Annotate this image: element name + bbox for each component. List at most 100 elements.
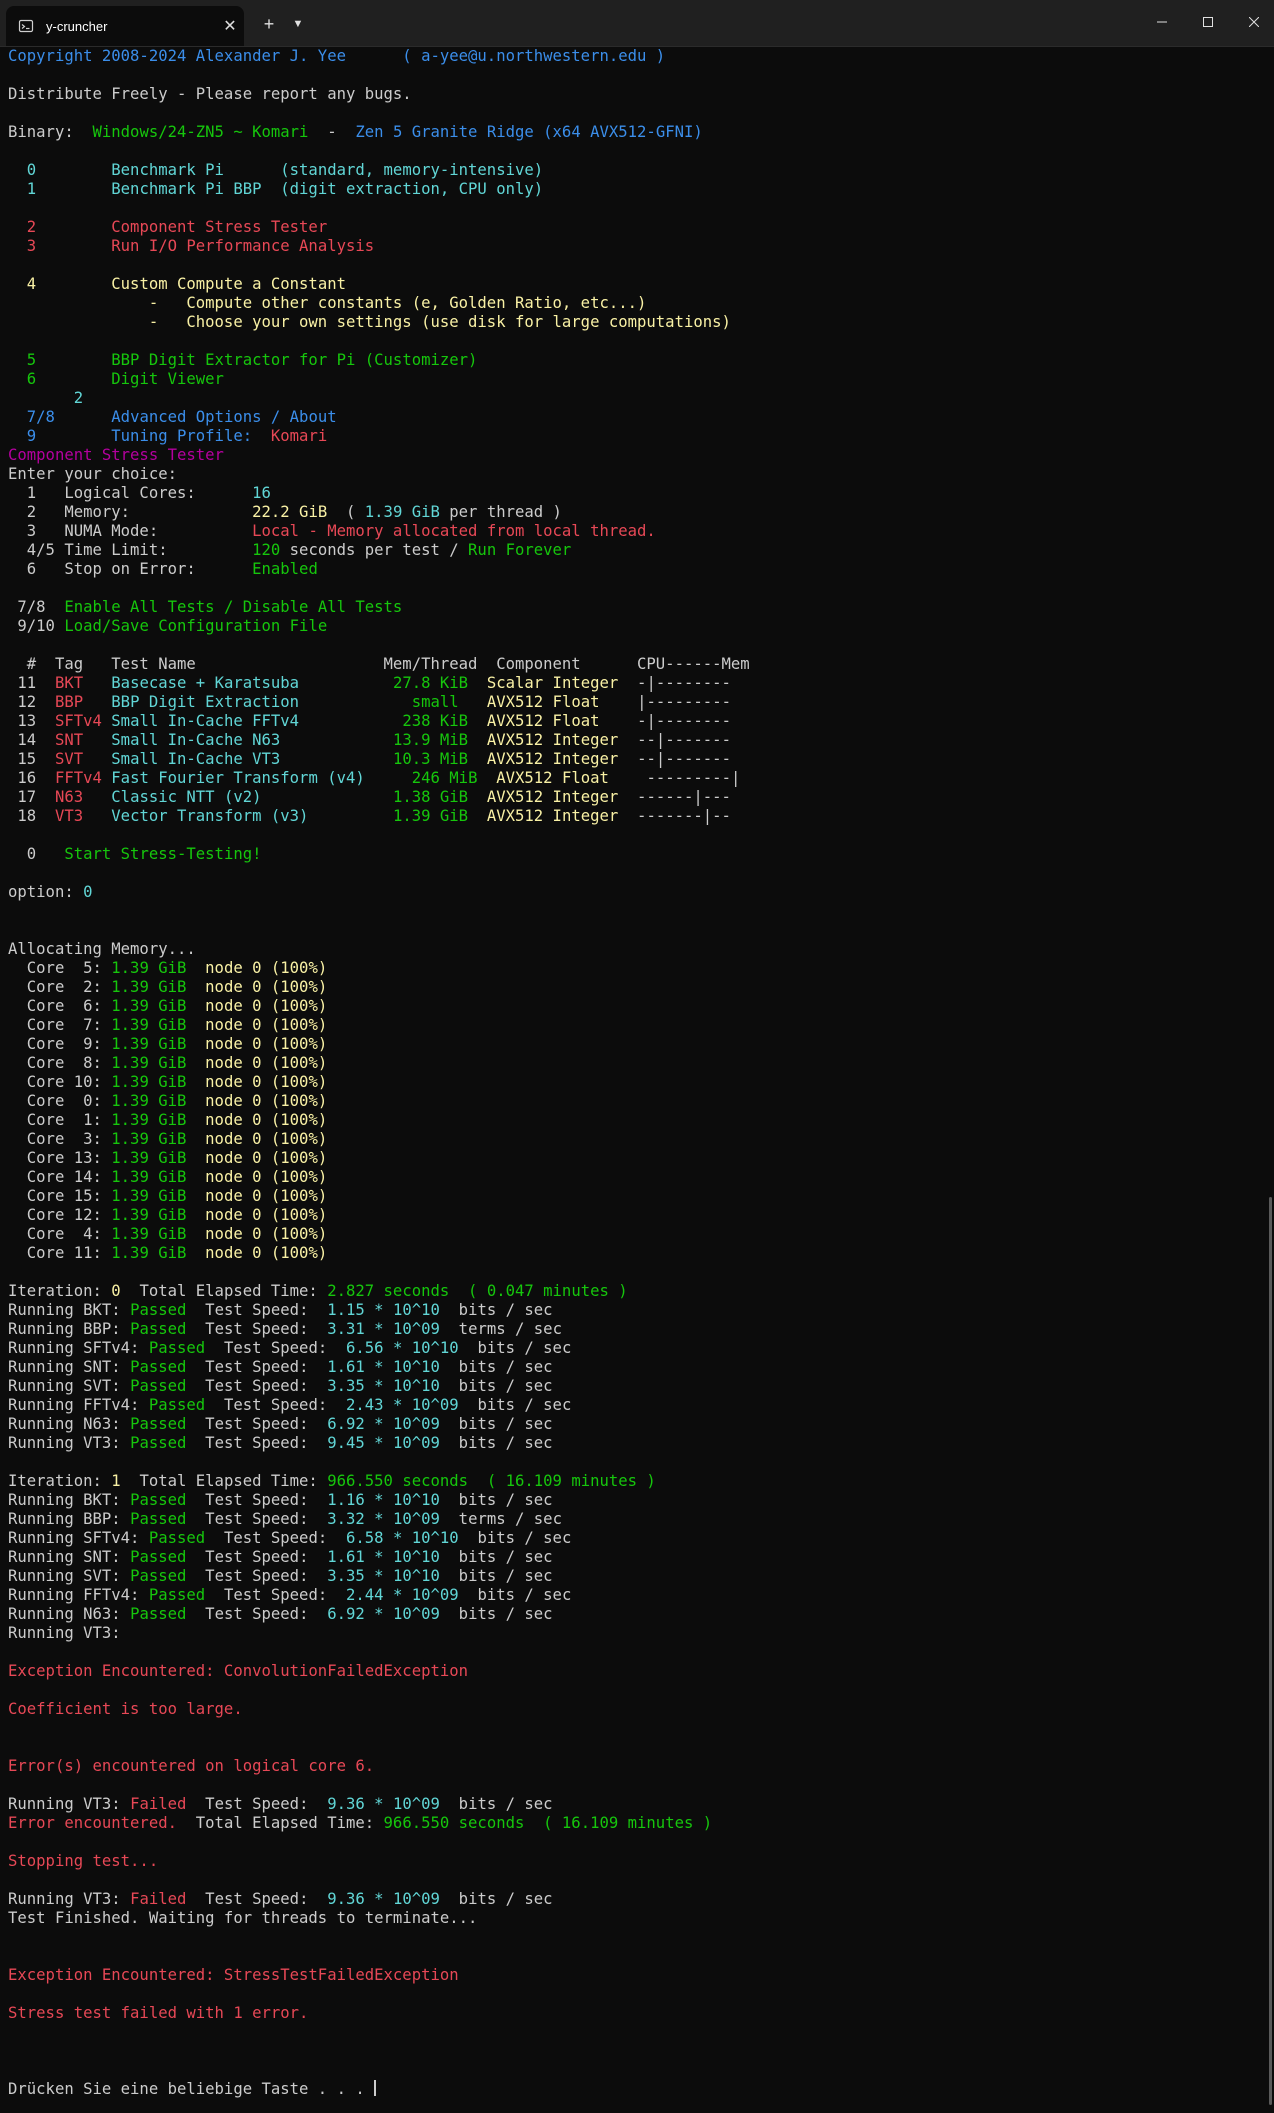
terminal-text: 16 — [8, 769, 55, 787]
terminal-text: 1.39 GiB — [111, 1149, 187, 1167]
terminal-line: 1 Logical Cores: 16 — [8, 484, 1258, 503]
terminal-text: node 0 (100%) — [205, 1225, 328, 1243]
terminal-text: 13.9 MiB — [392, 731, 469, 749]
terminal-line: 18 VT3 Vector Transform (v3) 1.39 GiB AV… — [8, 807, 1258, 826]
terminal-line: Running SFTv4: Passed Test Speed: 6.56 *… — [8, 1339, 1258, 1358]
terminal-text: AVX512 Integer — [486, 788, 619, 806]
terminal-text: Running SFTv4: — [8, 1339, 149, 1357]
terminal-text: node 0 (100%) — [205, 978, 328, 996]
terminal-line: Running FFTv4: Passed Test Speed: 2.43 *… — [8, 1396, 1258, 1415]
terminal-text: terms / sec — [439, 1320, 562, 1338]
terminal-text: 3.35 * 10^10 — [327, 1567, 440, 1585]
terminal-line: Core 14: 1.39 GiB node 0 (100%) — [8, 1168, 1258, 1187]
terminal-output[interactable]: Copyright 2008-2024 Alexander J. Yee ( a… — [8, 47, 1258, 2102]
terminal-text: Core 4: — [8, 1225, 112, 1243]
terminal-line: 9 Tuning Profile: Komari — [8, 427, 1258, 446]
minimize-icon[interactable] — [1139, 0, 1185, 44]
terminal-text: Core 13: — [8, 1149, 112, 1167]
terminal-text: 5 — [26, 351, 37, 369]
terminal-line: 13 SFTv4 Small In-Cache FFTv4 238 KiB AV… — [8, 712, 1258, 731]
terminal-text: Enabled — [252, 560, 318, 578]
terminal-line: Core 7: 1.39 GiB node 0 (100%) — [8, 1016, 1258, 1035]
terminal-line: Core 3: 1.39 GiB node 0 (100%) — [8, 1130, 1258, 1149]
terminal-text: -|-------- — [618, 674, 731, 692]
terminal-text: 966.550 seconds ( 16.109 minutes ) — [383, 1814, 713, 1832]
terminal-text: Passed — [130, 1510, 187, 1528]
terminal-text: FFTv4 — [54, 769, 102, 787]
terminal-text: Small In-Cache N63 — [111, 731, 281, 749]
terminal-text: 15 — [8, 750, 55, 768]
terminal-line: Core 15: 1.39 GiB node 0 (100%) — [8, 1187, 1258, 1206]
terminal-text: Zen 5 Granite Ridge (x64 AVX512-GFNI) — [355, 123, 703, 141]
terminal-text: Digit Viewer — [111, 370, 224, 388]
terminal-text: Core 15: — [8, 1187, 112, 1205]
scrollbar[interactable] — [1269, 1197, 1272, 2105]
terminal-text: AVX512 Integer — [486, 750, 619, 768]
terminal-text: terms / sec — [439, 1510, 562, 1528]
terminal-text: bits / sec — [458, 1586, 572, 1604]
terminal-text: BKT — [54, 674, 84, 692]
terminal-text: 1 — [26, 180, 37, 198]
terminal-text: Advanced Options / About — [111, 408, 337, 426]
terminal-text: Core 5: — [8, 959, 112, 977]
maximize-icon[interactable] — [1185, 0, 1231, 44]
terminal-line: Running N63: Passed Test Speed: 6.92 * 1… — [8, 1605, 1258, 1624]
terminal-text: Test Speed: — [205, 1396, 346, 1414]
terminal-tab[interactable]: y-cruncher ✕ — [6, 6, 244, 46]
terminal-text: 1.39 GiB — [111, 959, 187, 977]
title-bar: y-cruncher ✕ + ▼ — [0, 0, 1274, 47]
terminal-line: Distribute Freely - Please report any bu… — [8, 85, 1258, 104]
terminal-text: bits / sec — [439, 1491, 553, 1509]
terminal-text: Iteration: — [8, 1282, 112, 1300]
terminal-text: Test Speed: — [186, 1548, 328, 1566]
terminal-text: 7/8 — [8, 598, 65, 616]
terminal-line: Running BKT: Passed Test Speed: 1.15 * 1… — [8, 1301, 1258, 1320]
terminal-text: 1.39 GiB — [111, 1035, 187, 1053]
terminal-text: 1 Logical Cores: — [8, 484, 253, 502]
tab-title: y-cruncher — [46, 18, 108, 34]
close-tab-icon[interactable]: ✕ — [216, 16, 244, 36]
terminal-text: 2 Memory: — [8, 503, 253, 521]
terminal-text: 1.39 GiB — [111, 1244, 187, 1262]
terminal-text: small — [411, 693, 459, 711]
terminal-line: Running BKT: Passed Test Speed: 1.16 * 1… — [8, 1491, 1258, 1510]
terminal-line: 7/8 Advanced Options / About — [8, 408, 1258, 427]
terminal-line: Core 13: 1.39 GiB node 0 (100%) — [8, 1149, 1258, 1168]
terminal-text: 1.16 * 10^10 — [327, 1491, 440, 1509]
terminal-line: Running SVT: Passed Test Speed: 3.35 * 1… — [8, 1377, 1258, 1396]
terminal-text: 22.2 GiB — [252, 503, 328, 521]
chevron-down-icon[interactable]: ▼ — [288, 10, 308, 38]
new-tab-icon[interactable]: + — [258, 10, 280, 38]
terminal-line: 16 FFTv4 Fast Fourier Transform (v4) 246… — [8, 769, 1258, 788]
terminal-text: Core 3: — [8, 1130, 112, 1148]
terminal-text: - Choose your own settings (use disk for… — [8, 313, 731, 331]
terminal-line: 4 Custom Compute a Constant — [8, 275, 1258, 294]
terminal-text: Test Speed: — [186, 1434, 328, 1452]
terminal-text: Small In-Cache VT3 — [111, 750, 281, 768]
terminal-line: Error encountered. Total Elapsed Time: 9… — [8, 1814, 1258, 1833]
terminal-line: Test Finished. Waiting for threads to te… — [8, 1909, 1258, 1928]
terminal-text: - — [308, 123, 356, 141]
terminal-text: 1.39 GiB — [111, 978, 187, 996]
close-icon[interactable] — [1231, 0, 1274, 44]
